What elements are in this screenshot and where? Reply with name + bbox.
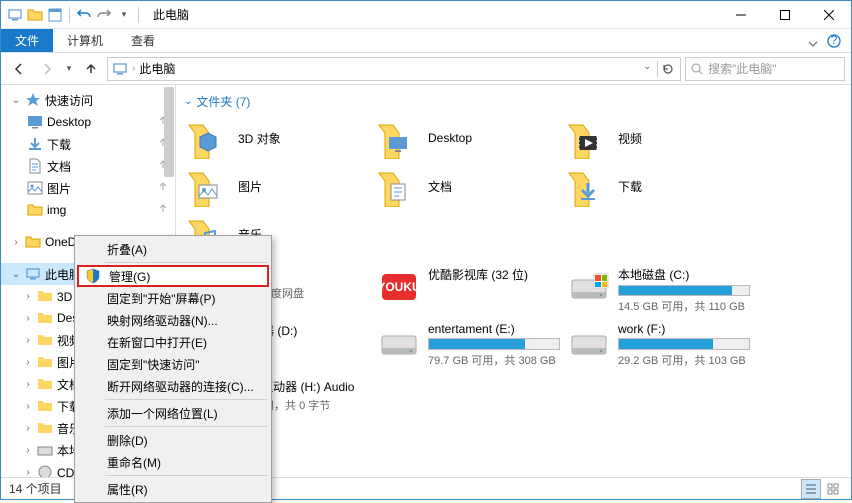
dropdown-icon[interactable]: ▾ — [116, 7, 132, 23]
drive-icon — [568, 322, 610, 364]
folder-icon — [568, 117, 610, 159]
ctx-rename[interactable]: 重命名(M) — [77, 451, 269, 473]
search-input[interactable]: 搜索"此电脑" — [685, 57, 845, 81]
folder-label: Desktop — [428, 131, 472, 145]
ctx-disconnect[interactable]: 断开网络驱动器的连接(C)... — [77, 375, 269, 397]
folder-icon[interactable] — [27, 7, 43, 23]
folder-label: 下载 — [618, 178, 642, 195]
pc-icon — [7, 7, 23, 23]
ctx-pin-qa[interactable]: 固定到"快速访问" — [77, 353, 269, 375]
drive-item[interactable]: entertament (E:) 79.7 GB 可用，共 308 GB — [374, 318, 564, 374]
tab-file[interactable]: 文件 — [1, 29, 53, 52]
context-menu: 折叠(A) 管理(G) 固定到"开始"屏幕(P) 映射网络驱动器(N)... 在… — [74, 235, 272, 503]
addr-dropdown-icon[interactable]: ⌄ — [639, 61, 655, 77]
drive-item[interactable]: work (F:) 29.2 GB 可用，共 103 GB — [564, 318, 754, 374]
drive-item[interactable]: YOUKU 优酷影视库 (32 位) — [374, 262, 564, 318]
address-text: 此电脑 — [139, 60, 175, 77]
navbar: ▾ › 此电脑 ⌄ 搜索"此电脑" — [1, 53, 851, 85]
item-count: 14 个项目 — [9, 480, 62, 497]
back-button[interactable] — [7, 57, 31, 81]
tab-computer[interactable]: 计算机 — [53, 29, 117, 52]
drive-name: 优酷影视库 (32 位) — [428, 266, 560, 283]
drive-icon — [378, 322, 420, 364]
pc-icon — [112, 61, 128, 77]
content-area: ⌄文件夹 (7) 3D 对象Desktop视频图片文档下载音乐 网盘运行百度网盘… — [176, 85, 851, 477]
view-details-icon[interactable] — [801, 479, 821, 499]
ctx-collapse[interactable]: 折叠(A) — [77, 238, 269, 260]
ribbon-toggle[interactable]: ? — [797, 29, 851, 52]
titlebar: ▾ 此电脑 — [1, 1, 851, 29]
drive-name: 本地磁盘 (C:) — [618, 266, 750, 283]
chevron-down-icon[interactable]: ⌄ — [9, 93, 23, 107]
folder-item[interactable]: 下载 — [564, 162, 754, 210]
up-button[interactable] — [79, 57, 103, 81]
tab-view[interactable]: 查看 — [117, 29, 169, 52]
svg-text:?: ? — [831, 34, 838, 47]
folder-item[interactable]: 3D 对象 — [184, 114, 374, 162]
folder-item[interactable]: Desktop — [374, 114, 564, 162]
folder-label: 文档 — [428, 178, 452, 195]
search-icon — [690, 62, 704, 76]
sidebar-qa-docs[interactable]: 文档 — [1, 155, 175, 177]
folder-label: 图片 — [238, 178, 262, 195]
drive-usage-bar — [428, 338, 560, 350]
shield-icon — [85, 268, 101, 284]
sidebar-qa-desktop[interactable]: Desktop — [1, 111, 175, 133]
chevron-down-icon: ⌄ — [9, 267, 23, 281]
drive-usage-bar — [618, 285, 750, 296]
sidebar-qa-pics[interactable]: 图片 — [1, 177, 175, 199]
ctx-properties[interactable]: 属性(R) — [77, 478, 269, 500]
drive-free-text: 29.2 GB 可用，共 103 GB — [618, 352, 750, 368]
drive-free-text: 14.5 GB 可用，共 110 GB — [618, 298, 750, 314]
drive-name: work (F:) — [618, 322, 750, 336]
forward-button[interactable] — [35, 57, 59, 81]
folder-label: 视频 — [618, 130, 642, 147]
view-tiles-icon[interactable] — [823, 479, 843, 499]
ctx-manage[interactable]: 管理(G) — [77, 265, 269, 287]
maximize-button[interactable] — [763, 1, 807, 29]
ctx-add-location[interactable]: 添加一个网络位置(L) — [77, 402, 269, 424]
ctx-pin-start[interactable]: 固定到"开始"屏幕(P) — [77, 287, 269, 309]
window-title: 此电脑 — [153, 6, 189, 23]
folders-header[interactable]: ⌄文件夹 (7) — [184, 89, 843, 114]
sidebar-quickaccess[interactable]: ⌄ 快速访问 — [1, 89, 175, 111]
ribbon: 文件 计算机 查看 ? — [1, 29, 851, 53]
svg-text:YOUKU: YOUKU — [378, 280, 420, 294]
chevron-right-icon: › — [9, 235, 23, 249]
folder-icon — [188, 165, 230, 207]
drive-name: entertament (E:) — [428, 322, 560, 336]
address-bar[interactable]: › 此电脑 ⌄ — [107, 57, 681, 81]
drive-icon: YOUKU — [378, 266, 420, 308]
drive-item[interactable]: 本地磁盘 (C:) 14.5 GB 可用，共 110 GB — [564, 262, 754, 318]
folder-label: 3D 对象 — [238, 130, 281, 147]
undo-icon[interactable] — [76, 7, 92, 23]
ctx-delete[interactable]: 删除(D) — [77, 429, 269, 451]
ctx-map-drive[interactable]: 映射网络驱动器(N)... — [77, 309, 269, 331]
drive-usage-bar — [618, 338, 750, 350]
folder-icon — [188, 117, 230, 159]
props-icon[interactable] — [47, 7, 63, 23]
refresh-icon[interactable] — [660, 61, 676, 77]
folder-item[interactable]: 文档 — [374, 162, 564, 210]
minimize-button[interactable] — [719, 1, 763, 29]
drive-icon — [568, 266, 610, 308]
folder-item[interactable]: 视频 — [564, 114, 754, 162]
scrollbar-thumb[interactable] — [164, 87, 174, 177]
close-button[interactable] — [807, 1, 851, 29]
redo-icon[interactable] — [96, 7, 112, 23]
folder-item[interactable]: 图片 — [184, 162, 374, 210]
folder-icon — [378, 117, 420, 159]
ctx-new-window[interactable]: 在新窗口中打开(E) — [77, 331, 269, 353]
folder-icon — [378, 165, 420, 207]
sidebar-qa-downloads[interactable]: 下载 — [1, 133, 175, 155]
sidebar-qa-img[interactable]: img — [1, 199, 175, 221]
folder-icon — [568, 165, 610, 207]
drive-free-text: 79.7 GB 可用，共 308 GB — [428, 352, 560, 368]
recent-dropdown[interactable]: ▾ — [63, 57, 75, 81]
